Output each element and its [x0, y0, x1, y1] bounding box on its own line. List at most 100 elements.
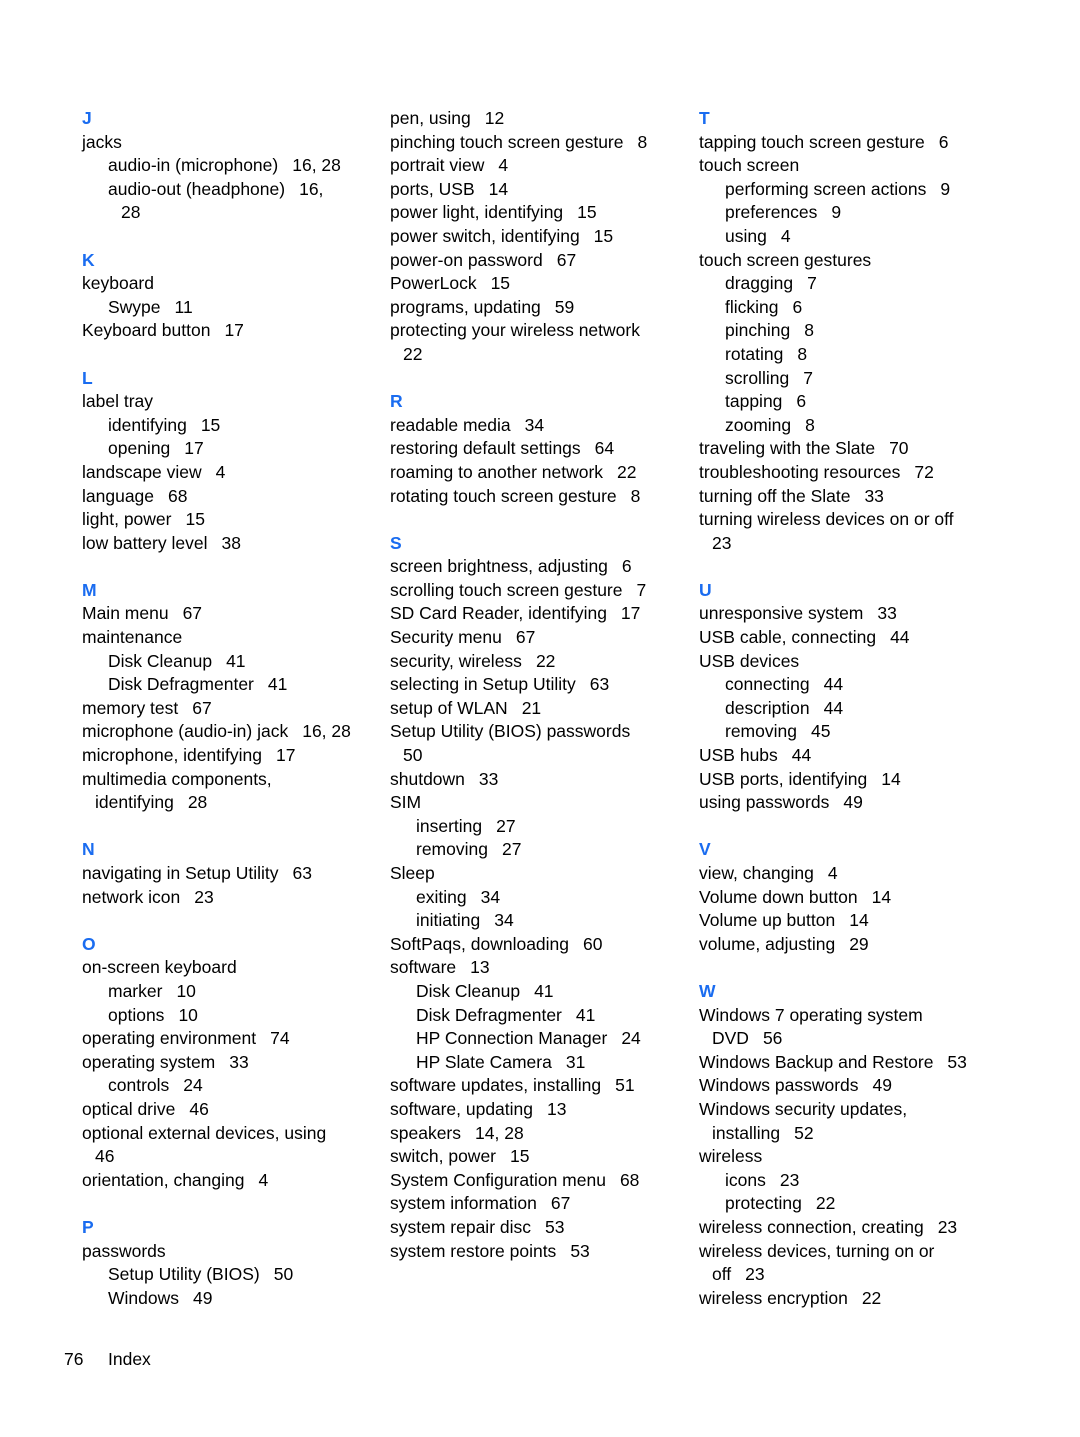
page-reference[interactable]: 50: [274, 1264, 293, 1284]
page-reference[interactable]: 14: [849, 910, 868, 930]
page-reference[interactable]: 14, 28: [475, 1123, 524, 1143]
page-reference[interactable]: 49: [873, 1075, 892, 1095]
page-reference[interactable]: 41: [576, 1005, 595, 1025]
page-reference[interactable]: 23: [194, 887, 213, 907]
page-reference[interactable]: 74: [270, 1028, 289, 1048]
page-reference[interactable]: 22: [403, 344, 422, 364]
page-reference[interactable]: 44: [824, 674, 843, 694]
page-reference[interactable]: 17: [621, 603, 640, 623]
page-reference[interactable]: 63: [590, 674, 609, 694]
page-reference[interactable]: 28: [121, 202, 140, 222]
page-reference[interactable]: 7: [636, 580, 646, 600]
page-reference[interactable]: 14: [489, 179, 508, 199]
page-reference[interactable]: 53: [570, 1241, 589, 1261]
page-reference[interactable]: 59: [555, 297, 574, 317]
page-reference[interactable]: 46: [189, 1099, 208, 1119]
page-reference[interactable]: 4: [781, 226, 791, 246]
page-reference[interactable]: 15: [186, 509, 205, 529]
page-reference[interactable]: 8: [804, 320, 814, 340]
page-reference[interactable]: 10: [178, 1005, 197, 1025]
page-reference[interactable]: 8: [805, 415, 815, 435]
page-reference[interactable]: 38: [221, 533, 240, 553]
page-reference[interactable]: 52: [794, 1123, 813, 1143]
page-reference[interactable]: 15: [577, 202, 596, 222]
page-reference[interactable]: 70: [889, 438, 908, 458]
page-reference[interactable]: 68: [168, 486, 187, 506]
page-reference[interactable]: 15: [594, 226, 613, 246]
page-reference[interactable]: 46: [95, 1146, 114, 1166]
page-reference[interactable]: 51: [615, 1075, 634, 1095]
page-reference[interactable]: 21: [522, 698, 541, 718]
page-reference[interactable]: 27: [502, 839, 521, 859]
page-reference[interactable]: 13: [470, 957, 489, 977]
page-reference[interactable]: 60: [583, 934, 602, 954]
page-reference[interactable]: 7: [803, 368, 813, 388]
page-reference[interactable]: 4: [258, 1170, 268, 1190]
page-reference[interactable]: 44: [890, 627, 909, 647]
page-reference[interactable]: 28: [188, 792, 207, 812]
page-reference[interactable]: 22: [862, 1288, 881, 1308]
page-reference[interactable]: 22: [816, 1193, 835, 1213]
page-reference[interactable]: 53: [947, 1052, 966, 1072]
page-reference[interactable]: 15: [201, 415, 220, 435]
page-reference[interactable]: 16, 28: [292, 155, 341, 175]
page-reference[interactable]: 53: [545, 1217, 564, 1237]
page-reference[interactable]: 13: [547, 1099, 566, 1119]
page-reference[interactable]: 23: [780, 1170, 799, 1190]
page-reference[interactable]: 22: [536, 651, 555, 671]
page-reference[interactable]: 23: [745, 1264, 764, 1284]
page-reference[interactable]: 34: [481, 887, 500, 907]
page-reference[interactable]: 8: [631, 486, 641, 506]
page-reference[interactable]: 41: [534, 981, 553, 1001]
page-reference[interactable]: 34: [494, 910, 513, 930]
page-reference[interactable]: 27: [496, 816, 515, 836]
page-reference[interactable]: 31: [566, 1052, 585, 1072]
page-reference[interactable]: 33: [864, 486, 883, 506]
page-reference[interactable]: 9: [831, 202, 841, 222]
page-reference[interactable]: 67: [516, 627, 535, 647]
page-reference[interactable]: 15: [491, 273, 510, 293]
page-reference[interactable]: 4: [498, 155, 508, 175]
page-reference[interactable]: 24: [621, 1028, 640, 1048]
page-reference[interactable]: 6: [796, 391, 806, 411]
page-reference[interactable]: 7: [807, 273, 817, 293]
page-reference[interactable]: 15: [510, 1146, 529, 1166]
page-reference[interactable]: 6: [622, 556, 632, 576]
page-reference[interactable]: 24: [183, 1075, 202, 1095]
page-reference[interactable]: 33: [877, 603, 896, 623]
page-reference[interactable]: 33: [479, 769, 498, 789]
page-reference[interactable]: 23: [712, 533, 731, 553]
page-reference[interactable]: 67: [557, 250, 576, 270]
page-reference[interactable]: 8: [637, 132, 647, 152]
page-reference[interactable]: 8: [797, 344, 807, 364]
page-reference[interactable]: 4: [828, 863, 838, 883]
page-reference[interactable]: 68: [620, 1170, 639, 1190]
page-reference[interactable]: 33: [229, 1052, 248, 1072]
page-reference[interactable]: 17: [224, 320, 243, 340]
page-reference[interactable]: 64: [595, 438, 614, 458]
page-reference[interactable]: 41: [226, 651, 245, 671]
page-reference[interactable]: 44: [824, 698, 843, 718]
page-reference[interactable]: 14: [881, 769, 900, 789]
page-reference[interactable]: 56: [763, 1028, 782, 1048]
page-reference[interactable]: 17: [276, 745, 295, 765]
page-reference[interactable]: 6: [793, 297, 803, 317]
page-reference[interactable]: 12: [485, 108, 504, 128]
page-reference[interactable]: 44: [792, 745, 811, 765]
page-reference[interactable]: 34: [525, 415, 544, 435]
page-reference[interactable]: 22: [617, 462, 636, 482]
page-reference[interactable]: 16,: [299, 179, 323, 199]
page-reference[interactable]: 10: [176, 981, 195, 1001]
page-reference[interactable]: 6: [939, 132, 949, 152]
page-reference[interactable]: 63: [293, 863, 312, 883]
page-reference[interactable]: 50: [403, 745, 422, 765]
page-reference[interactable]: 23: [938, 1217, 957, 1237]
page-reference[interactable]: 67: [192, 698, 211, 718]
page-reference[interactable]: 11: [175, 297, 193, 317]
page-reference[interactable]: 4: [216, 462, 226, 482]
page-reference[interactable]: 49: [843, 792, 862, 812]
page-reference[interactable]: 14: [872, 887, 891, 907]
page-reference[interactable]: 9: [940, 179, 950, 199]
page-reference[interactable]: 29: [849, 934, 868, 954]
page-reference[interactable]: 49: [193, 1288, 212, 1308]
